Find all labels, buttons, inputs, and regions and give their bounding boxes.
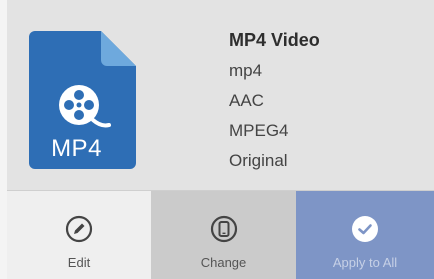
pencil-circle-icon — [65, 215, 93, 243]
format-details: MP4 Video mp4 AAC MPEG4 Original — [229, 28, 320, 176]
edit-button[interactable]: Edit — [7, 191, 151, 279]
action-bar: Edit Change Apply to All — [7, 190, 434, 279]
apply-to-all-label: Apply to All — [332, 255, 398, 270]
resolution-value: Original — [229, 151, 288, 170]
audio-codec-value: AAC — [229, 91, 264, 110]
apply-to-all-button[interactable]: Apply to All — [296, 191, 434, 279]
check-circle-icon — [352, 216, 378, 242]
format-title: MP4 Video — [229, 30, 320, 50]
container-value: mp4 — [229, 61, 263, 80]
output-format-panel: MP4 MP4 Video mp4 AAC MPEG4 Original Edi… — [7, 0, 434, 279]
mp4-file-icon: MP4 — [29, 31, 136, 169]
edit-label: Edit — [67, 255, 91, 270]
file-extension-label: MP4 — [51, 135, 102, 162]
change-label: Change — [200, 255, 247, 270]
change-button[interactable]: Change — [151, 191, 296, 279]
video-codec-value: MPEG4 — [229, 121, 289, 140]
format-summary: MP4 MP4 Video mp4 AAC MPEG4 Original — [7, 0, 434, 190]
device-circle-icon — [210, 215, 237, 243]
